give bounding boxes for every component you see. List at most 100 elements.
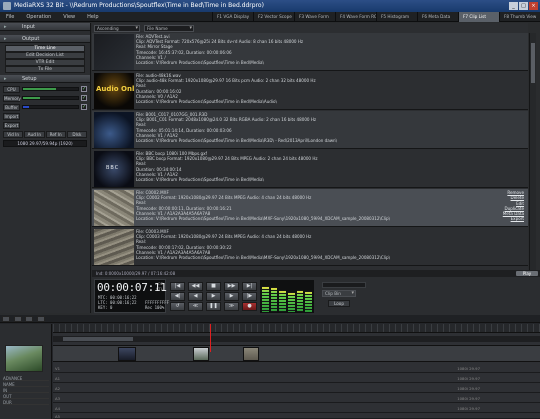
memory-checkbox[interactable]: ✓ bbox=[81, 95, 87, 101]
audio-track[interactable]: V1 1080i 29.97 bbox=[53, 364, 540, 373]
clip-bin-dropdown[interactable]: Clip Bin bbox=[322, 290, 356, 297]
go-to-start-button[interactable]: |◀ bbox=[170, 282, 185, 291]
clip-row-selected[interactable]: File: C0002.MXF Clip: C0002 Format: 1920… bbox=[92, 189, 528, 227]
vu-channel bbox=[279, 290, 287, 312]
audio-track[interactable]: A5 bbox=[53, 414, 540, 419]
format-readout: 1080 29.97/59.94p (1920) bbox=[3, 140, 87, 147]
play-button[interactable]: ▶ bbox=[206, 292, 221, 301]
timeline-tracks: V1 1080i 29.97 A1 1080i 29.97 A2 1080i 29.9… bbox=[53, 324, 540, 419]
menu-help[interactable]: Help bbox=[81, 12, 104, 22]
audio-track[interactable]: A3 1080i 29.97 bbox=[53, 394, 540, 403]
jog-slider[interactable] bbox=[322, 282, 366, 288]
export-link[interactable]: Export bbox=[503, 216, 524, 221]
sort-dropdown[interactable]: Ascending bbox=[94, 24, 140, 32]
disk-button[interactable]: Dlsk bbox=[66, 131, 87, 138]
timeline-tool-button[interactable] bbox=[36, 316, 45, 322]
buffer-checkbox[interactable]: ✓ bbox=[81, 104, 87, 110]
fast-forward-button[interactable]: ▶▶ bbox=[224, 282, 239, 291]
timeline-info-row: DUR bbox=[3, 400, 49, 405]
loop-button[interactable]: Loop bbox=[328, 300, 350, 307]
timeline-ruler[interactable] bbox=[53, 324, 540, 333]
track-label: A2 bbox=[55, 386, 61, 391]
loop-back-button[interactable]: ↺ bbox=[170, 302, 185, 311]
play-status-button[interactable]: Play bbox=[516, 271, 538, 276]
clip-row[interactable]: Audio Only File: audio-48k16.wav Clip: a… bbox=[92, 72, 528, 110]
timeline-clip[interactable] bbox=[118, 347, 136, 361]
tab-thumb-view[interactable]: F8 Thumb View bbox=[499, 11, 540, 22]
vid-in-button[interactable]: Vid In bbox=[3, 131, 24, 138]
timeline-tool-button[interactable] bbox=[13, 316, 22, 322]
function-tabs: F1 VGA Display F2 Vector Scope F3 Wave F… bbox=[212, 11, 540, 22]
bbc-logo: BBC bbox=[106, 165, 120, 171]
scrollbar-thumb[interactable] bbox=[531, 43, 535, 83]
stop-button[interactable]: ■ bbox=[206, 282, 221, 291]
window-title: MediaRXS 32 Bit - \\Redrum Productions\S… bbox=[14, 2, 264, 9]
timeline-playhead[interactable] bbox=[210, 324, 211, 352]
menu-file[interactable]: File bbox=[0, 12, 20, 22]
tab-meta-data[interactable]: F6 Meta Data bbox=[417, 11, 458, 22]
playback-panel: 00:00:07:11 OF CTL MTC: 00:00:16;22 LTC:… bbox=[92, 277, 540, 315]
buffer-meter: Buffer ✓ bbox=[3, 103, 87, 111]
tab-clip-list[interactable]: F7 Clip List bbox=[458, 11, 499, 22]
track-format: 1080i 29.97 bbox=[457, 376, 480, 381]
shuttle-back-button[interactable]: ≪ bbox=[188, 302, 203, 311]
clip-line: Location: V:\Redrum Productions\Spoutfle… bbox=[136, 60, 264, 66]
tab-histogram[interactable]: F5 Histogram bbox=[376, 11, 417, 22]
ref-in-button[interactable]: Ref In bbox=[45, 131, 66, 138]
tab-wave-form[interactable]: F3 Wave Form bbox=[294, 11, 335, 22]
edit-decision-list-button[interactable]: Edit Decision List bbox=[5, 52, 85, 59]
clip-row[interactable]: File: B001_C017_0107GG_001.R3D Clip: B00… bbox=[92, 111, 528, 149]
menu-view[interactable]: View bbox=[57, 12, 81, 22]
timeline-clip[interactable] bbox=[193, 347, 209, 361]
go-to-end-button[interactable]: ▶| bbox=[242, 282, 257, 291]
track-format: 1080i 29.97 bbox=[457, 406, 480, 411]
timeline-clip[interactable] bbox=[243, 347, 259, 361]
step-back-button[interactable]: ◀| bbox=[170, 292, 185, 301]
audio-track[interactable]: A2 1080i 29.97 bbox=[53, 384, 540, 393]
tab-wave-form-rgb[interactable]: F4 Wave Form RGB bbox=[335, 11, 376, 22]
time-line-button[interactable]: Time Line bbox=[5, 45, 85, 52]
setup-section-header[interactable]: Setup bbox=[0, 75, 90, 83]
export-meter: Export bbox=[3, 121, 87, 129]
timeline-tool-button[interactable] bbox=[2, 316, 10, 322]
track-label: A1 bbox=[55, 376, 61, 381]
clip-row[interactable]: File: ADVTest.avi Clip: ADVTest Format: … bbox=[92, 33, 528, 71]
tab-vector-scope[interactable]: F2 Vector Scope bbox=[253, 11, 294, 22]
clip-row[interactable]: BBC File: BBC bxcp 1080i 100 Mbps.gxf Cl… bbox=[92, 150, 528, 188]
clip-list-scrollbar[interactable] bbox=[529, 33, 536, 273]
tx-file-button[interactable]: Tx File bbox=[5, 66, 85, 73]
clip-thumbnail bbox=[94, 190, 134, 226]
input-section-header[interactable]: Input bbox=[0, 23, 90, 31]
close-button[interactable]: × bbox=[529, 2, 538, 10]
shuttle-forward-button[interactable]: ≫ bbox=[224, 302, 239, 311]
audio-track[interactable]: A1 1080i 29.97 bbox=[53, 374, 540, 383]
field-dropdown[interactable]: File Name bbox=[144, 24, 194, 32]
timeline-tool-button[interactable] bbox=[25, 316, 34, 322]
timeline-preview-thumbnail bbox=[5, 345, 43, 372]
maximize-button[interactable]: □ bbox=[519, 2, 528, 10]
audio-track[interactable]: A4 1080i 29.97 bbox=[53, 404, 540, 413]
jog-back-button[interactable]: ◀ bbox=[188, 292, 203, 301]
menu-bar: File Operation View Help F1 VGA Display … bbox=[0, 11, 540, 22]
menu-operation[interactable]: Operation bbox=[20, 12, 57, 22]
video-track[interactable] bbox=[53, 345, 540, 362]
timeline-scrollbar[interactable] bbox=[53, 336, 540, 342]
rewind-button[interactable]: ◀◀ bbox=[188, 282, 203, 291]
clip-row[interactable]: File: C0003.MXF Clip: C0003 Format: 1920… bbox=[92, 228, 528, 266]
tab-vga-display[interactable]: F1 VGA Display bbox=[212, 11, 253, 22]
pause-button[interactable]: ❚❚ bbox=[206, 302, 221, 311]
aud-in-button[interactable]: Aud In bbox=[24, 131, 45, 138]
vtr-edit-button[interactable]: VTR Edit bbox=[5, 59, 85, 66]
step-forward-button[interactable]: |▶ bbox=[242, 292, 257, 301]
buffer-level bbox=[23, 106, 29, 108]
import-meter: Import bbox=[3, 112, 87, 120]
record-button[interactable]: ● bbox=[242, 302, 257, 311]
app-icon bbox=[3, 2, 11, 10]
output-section-header[interactable]: Output bbox=[0, 35, 90, 43]
minimize-button[interactable]: _ bbox=[509, 2, 518, 10]
jog-forward-button[interactable]: ▶ bbox=[224, 292, 239, 301]
cpu-checkbox[interactable]: ✓ bbox=[81, 86, 87, 92]
memory-label: Memory bbox=[3, 94, 22, 102]
export-label: Export bbox=[3, 121, 20, 129]
timeline-scroll-thumb[interactable] bbox=[63, 337, 133, 341]
